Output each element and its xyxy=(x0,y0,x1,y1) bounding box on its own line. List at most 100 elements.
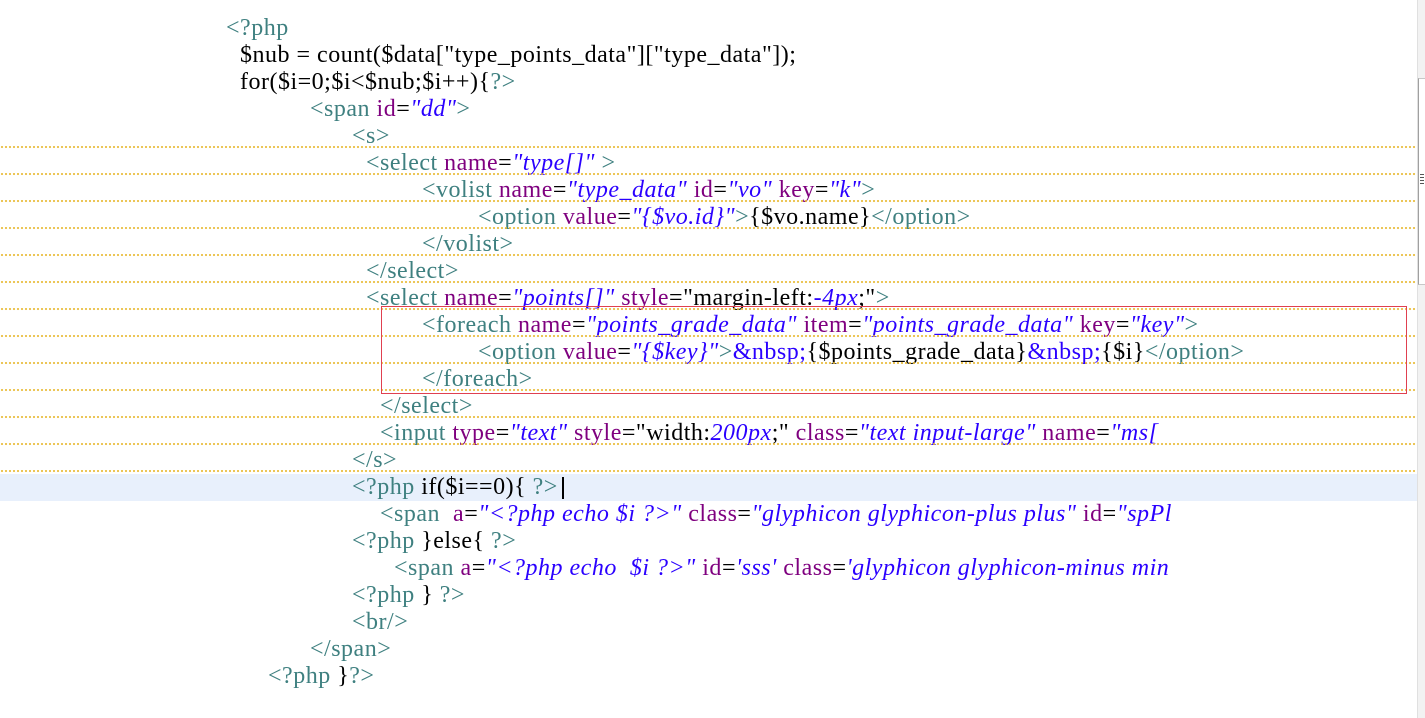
code-token-val: "type[]" xyxy=(512,150,596,176)
code-token-val: "spPl xyxy=(1116,501,1172,527)
code-line[interactable]: for($i=0;$i<$nub;$i++){?> xyxy=(0,69,1418,96)
code-line-text: </foreach> xyxy=(422,366,533,393)
code-token-php: ?> xyxy=(349,663,375,689)
code-token-val: "points[]" xyxy=(512,285,615,311)
code-token-attr: item xyxy=(797,312,849,338)
code-token-tag: <option xyxy=(478,204,563,230)
code-token-attr: id xyxy=(687,177,714,203)
text-cursor xyxy=(561,477,564,500)
code-token-txt: = xyxy=(814,177,829,203)
code-line[interactable]: </foreach> xyxy=(0,366,1418,393)
code-token-attr: id xyxy=(376,96,397,122)
code-line-text: </volist> xyxy=(422,231,514,258)
code-token-txt: = xyxy=(832,555,847,581)
code-token-txt: = xyxy=(1102,501,1117,527)
code-line-text: for($i=0;$i<$nub;$i++){?> xyxy=(240,69,516,96)
code-token-attr: value xyxy=(562,339,618,365)
code-token-attr: class xyxy=(789,420,845,446)
code-token-tag: > xyxy=(456,96,471,122)
code-token-php: ?> xyxy=(490,69,516,95)
code-token-tag: > xyxy=(595,150,616,176)
code-line-text: <s> xyxy=(352,123,390,150)
code-token-attr: value xyxy=(562,204,618,230)
code-token-val: "k" xyxy=(828,177,862,203)
code-line[interactable]: </volist> xyxy=(0,231,1418,258)
code-line[interactable]: <select name="points[]" style="margin-le… xyxy=(0,285,1418,312)
code-line[interactable]: <?php } ?> xyxy=(0,582,1418,609)
code-line[interactable]: $nub = count($data["type_points_data"]["… xyxy=(0,42,1418,69)
code-token-val: "{$key}" xyxy=(631,339,719,365)
code-token-attr: name xyxy=(1035,420,1097,446)
code-token-txt: ;" xyxy=(771,420,790,446)
code-token-tag: > xyxy=(875,285,890,311)
code-line[interactable]: <br/> xyxy=(0,609,1418,636)
code-token-tag: </select> xyxy=(366,258,459,284)
code-token-txt: = xyxy=(848,312,863,338)
code-token-txt: = xyxy=(471,555,486,581)
code-token-txt: = xyxy=(737,501,752,527)
code-token-val: "text" xyxy=(509,420,568,446)
code-line[interactable]: <volist name="type_data" id="vo" key="k"… xyxy=(0,177,1418,204)
code-line[interactable]: <span id="dd"> xyxy=(0,96,1418,123)
code-line[interactable]: </span> xyxy=(0,636,1418,663)
code-line[interactable]: <input type="text" style="width:200px;" … xyxy=(0,420,1418,447)
code-line[interactable]: <?php xyxy=(0,15,1418,42)
code-token-tag: > xyxy=(735,204,750,230)
code-line-text: <span a="<?php echo $i ?>" id='sss' clas… xyxy=(394,555,1169,582)
code-line[interactable]: <?php }else{ ?> xyxy=(0,528,1418,555)
code-line[interactable]: <foreach name="points_grade_data" item="… xyxy=(0,312,1418,339)
scrollbar-thumb[interactable] xyxy=(1418,78,1425,285)
code-token-txt: = xyxy=(396,96,411,122)
code-token-php: ?> xyxy=(532,474,558,500)
code-token-php: ?> xyxy=(491,528,517,554)
code-token-txt: = xyxy=(713,177,728,203)
code-line-text: <br/> xyxy=(352,609,408,636)
code-token-txt: } xyxy=(337,663,350,689)
code-token-tag: <span xyxy=(394,555,461,581)
code-line[interactable]: <?php if($i==0){ ?> xyxy=(0,474,1418,501)
code-line-text: <select name="points[]" style="margin-le… xyxy=(366,285,890,312)
code-token-ent: &nbsp; xyxy=(732,339,807,365)
code-token-attr: key xyxy=(1073,312,1116,338)
code-token-tag: <select xyxy=(366,150,445,176)
code-line[interactable]: </select> xyxy=(0,393,1418,420)
code-editor[interactable]: <?php $nub = count($data["type_points_dat… xyxy=(0,0,1418,718)
code-token-txt: } xyxy=(421,582,440,608)
code-token-tag: <volist xyxy=(422,177,499,203)
code-token-val: "vo" xyxy=(727,177,773,203)
code-line[interactable]: <?php }?> xyxy=(0,663,1418,690)
code-token-tag: <span xyxy=(380,501,454,527)
code-line[interactable]: <option value="{$vo.id}">{$vo.name}</opt… xyxy=(0,204,1418,231)
code-line-text: <?php xyxy=(226,15,289,42)
code-token-txt: = xyxy=(498,285,513,311)
code-line[interactable]: </select> xyxy=(0,258,1418,285)
code-token-val: -4px xyxy=(813,285,859,311)
code-token-attr: key xyxy=(772,177,815,203)
vertical-scrollbar[interactable] xyxy=(1417,0,1425,718)
code-line[interactable]: <span a="<?php echo $i ?>" class="glyphi… xyxy=(0,501,1418,528)
code-token-tag: <input xyxy=(380,420,453,446)
code-token-php: <?php xyxy=(226,15,289,41)
code-token-val: 'glyphicon glyphicon-minus min xyxy=(846,555,1170,581)
code-token-php: <?php xyxy=(352,582,422,608)
code-token-tag: <s> xyxy=(352,123,390,149)
code-line[interactable]: <select name="type[]" > xyxy=(0,150,1418,177)
code-token-txt: = xyxy=(498,150,513,176)
code-token-tag: </option> xyxy=(1144,339,1245,365)
code-token-txt: = xyxy=(1096,420,1111,446)
code-line[interactable]: <s> xyxy=(0,123,1418,150)
code-token-txt: = xyxy=(552,177,567,203)
code-line-text: <span id="dd"> xyxy=(310,96,470,123)
code-token-attr: name xyxy=(517,312,572,338)
code-line-text: <?php }else{ ?> xyxy=(352,528,516,555)
code-token-tag: </option> xyxy=(871,204,971,230)
code-token-val: "<?php echo $i ?>" xyxy=(485,555,696,581)
code-line-text: <volist name="type_data" id="vo" key="k"… xyxy=(422,177,875,204)
code-token-txt: = xyxy=(721,555,736,581)
code-line[interactable]: </s> xyxy=(0,447,1418,474)
code-line-text: </span> xyxy=(310,636,391,663)
code-token-tag: </volist> xyxy=(422,231,514,257)
code-line[interactable]: <span a="<?php echo $i ?>" id='sss' clas… xyxy=(0,555,1418,582)
code-line-text: <select name="type[]" > xyxy=(366,150,616,177)
code-line[interactable]: <option value="{$key}">&nbsp;{$points_gr… xyxy=(0,339,1418,366)
